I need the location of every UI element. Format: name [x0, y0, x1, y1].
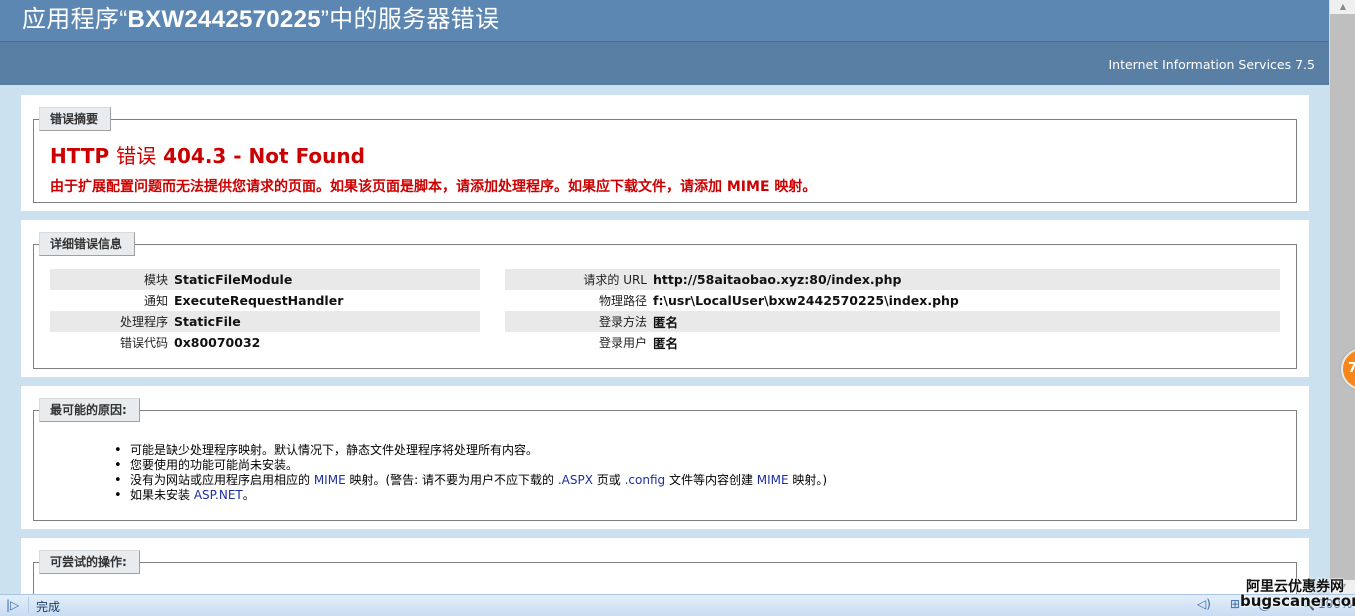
error-title: HTTP 错误 404.3 - Not Found [50, 144, 365, 168]
detail-key: 错误代码 [119, 336, 168, 350]
detail-row-logon-user: 登录用户 匿名 [505, 332, 1280, 353]
cause-item: 您要使用的功能可能尚未安装。 [114, 458, 827, 473]
detail-value: http://58aitaobao.xyz:80/index.php [653, 272, 902, 287]
detail-value: StaticFile [174, 314, 241, 329]
details-legend: 详细错误信息 [39, 232, 136, 256]
actions-fieldset: 可尝试的操作: [33, 550, 1297, 594]
status-bar: |▷ 完成 ◁) ⊞ ◯ 🔍 100% [0, 594, 1355, 616]
details-fieldset: 详细错误信息 模块 StaticFileModule 通知 ExecuteReque… [33, 232, 1297, 369]
detail-value: 匿名 [653, 315, 679, 330]
detail-key: 请求的 URL [583, 273, 647, 287]
detail-key: 通知 [143, 294, 168, 308]
detail-value: 0x80070032 [174, 335, 261, 350]
detail-key: 物理路径 [598, 294, 647, 308]
cause-item: 可能是缺少处理程序映射。默认情况下，静态文件处理程序将处理所有内容。 [114, 443, 827, 458]
error-description: 由于扩展配置问题而无法提供您请求的页面。如果该页面是脚本，请添加处理程序。如果应… [50, 179, 817, 195]
summary-fieldset: 错误摘要 HTTP 错误 404.3 - Not Found 由于扩展配置问题而… [33, 107, 1297, 203]
detail-row-physical-path: 物理路径 f:\usr\LocalUser\bxw2442570225\index… [505, 290, 1280, 311]
details-section: 详细错误信息 模块 StaticFileModule 通知 ExecuteReque… [21, 220, 1309, 377]
detail-value: StaticFileModule [174, 272, 293, 287]
detail-row-url: 请求的 URL http://58aitaobao.xyz:80/index.ph… [505, 269, 1280, 290]
actions-section: 可尝试的操作: [21, 538, 1309, 594]
summary-legend: 错误摘要 [39, 107, 112, 131]
play-icon[interactable]: |▷ [6, 598, 19, 612]
page-header: 应用程序“BXW2442570225”中的服务器错误 [0, 0, 1329, 42]
causes-section: 最可能的原因: 可能是缺少处理程序映射。默认情况下，静态文件处理程序将处理所有内… [21, 386, 1309, 529]
detail-key: 处理程序 [119, 315, 168, 329]
browser-viewport: 应用程序“BXW2442570225”中的服务器错误 Internet Info… [0, 0, 1329, 594]
vertical-scrollbar[interactable]: ▲ ▼ [1329, 0, 1355, 594]
detail-key: 登录用户 [598, 336, 647, 350]
detail-key: 模块 [143, 273, 168, 287]
details-table-right: 请求的 URL http://58aitaobao.xyz:80/index.ph… [505, 269, 1280, 353]
watermark-line2: bugscaner.com [1240, 592, 1355, 610]
causes-list: 可能是缺少处理程序映射。默认情况下，静态文件处理程序将处理所有内容。 您要使用的… [114, 443, 827, 503]
watermark: 阿里云优惠券网 bugscaner.com [1240, 580, 1355, 610]
detail-row-logon-method: 登录方法 匿名 [505, 311, 1280, 332]
status-text: 完成 [36, 600, 61, 614]
actions-legend: 可尝试的操作: [39, 550, 140, 574]
detail-row-error-code: 错误代码 0x80070032 [50, 332, 480, 353]
detail-row-module: 模块 StaticFileModule [50, 269, 480, 290]
detail-value: f:\usr\LocalUser\bxw2442570225\index.php [653, 293, 959, 308]
detail-key: 登录方法 [598, 315, 647, 329]
causes-legend: 最可能的原因: [39, 398, 140, 422]
server-banner: Internet Information Services 7.5 [0, 42, 1329, 85]
speaker-icon[interactable]: ◁) [1197, 597, 1211, 611]
page-title: 应用程序“BXW2442570225”中的服务器错误 [22, 6, 500, 33]
cause-item: 如果未安装 ASP.NET。 [114, 488, 827, 503]
status-separator [28, 597, 29, 613]
detail-value: 匿名 [653, 336, 679, 351]
detail-row-handler: 处理程序 StaticFile [50, 311, 480, 332]
details-table-left: 模块 StaticFileModule 通知 ExecuteRequestHandl… [50, 269, 480, 353]
detail-value: ExecuteRequestHandler [174, 293, 344, 308]
scroll-up-arrow[interactable]: ▲ [1330, 0, 1355, 14]
summary-section: 错误摘要 HTTP 错误 404.3 - Not Found 由于扩展配置问题而… [21, 95, 1309, 211]
causes-fieldset: 最可能的原因: 可能是缺少处理程序映射。默认情况下，静态文件处理程序将处理所有内… [33, 398, 1297, 521]
cause-item: 没有为网站或应用程序启用相应的 MIME 映射。(警告: 请不要为用户不应下载的… [114, 473, 827, 488]
detail-row-notification: 通知 ExecuteRequestHandler [50, 290, 480, 311]
compat-icon[interactable]: ⊞ [1230, 597, 1240, 611]
